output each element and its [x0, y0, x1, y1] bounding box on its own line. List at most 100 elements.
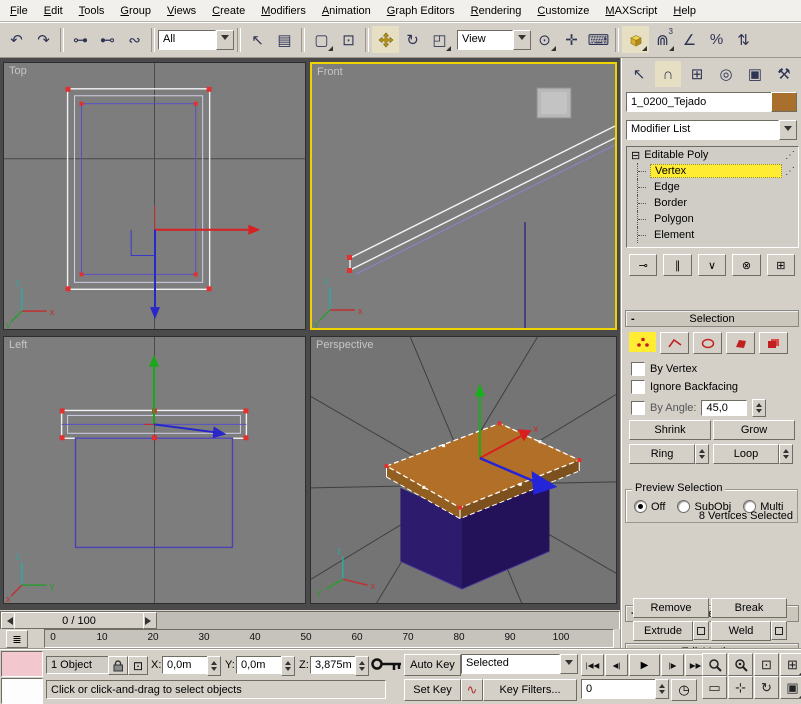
snaps-toggle-button[interactable]	[622, 26, 649, 53]
select-and-link-button[interactable]: ⊶	[67, 26, 94, 53]
viewport-label[interactable]: Perspective	[316, 339, 373, 351]
dropdown-arrow-icon[interactable]	[216, 29, 234, 50]
stack-row-vertex[interactable]: Vertex ⋰	[627, 163, 798, 179]
zoom-button[interactable]	[702, 653, 727, 676]
z-spinner[interactable]	[355, 656, 369, 676]
collapse-icon[interactable]: ⊟	[631, 149, 640, 162]
extrude-button[interactable]: Extrude	[633, 621, 693, 641]
selection-filter-dropdown[interactable]: All	[158, 29, 234, 50]
absolute-offset-toggle[interactable]: ⊡	[128, 656, 148, 675]
spinner-snap-button[interactable]: ⇅	[730, 26, 757, 53]
ring-spinner[interactable]	[695, 444, 709, 464]
viewport-label[interactable]: Front	[317, 66, 343, 78]
by-angle-spinner[interactable]	[752, 399, 767, 417]
zoom-extents-all-button[interactable]: ⊞	[780, 653, 801, 676]
dropdown-arrow-icon[interactable]	[513, 29, 531, 50]
min-max-toggle-button[interactable]: ▣	[780, 676, 801, 699]
by-angle-field[interactable]: 45,0	[701, 400, 748, 416]
next-frame-arrow[interactable]	[143, 612, 157, 629]
ring-button[interactable]: Ring	[629, 444, 695, 464]
menu-create[interactable]: Create	[204, 2, 253, 20]
selection-lock-button[interactable]	[108, 656, 128, 675]
viewport-label[interactable]: Top	[9, 65, 27, 77]
top-viewport[interactable]: z x y Top	[3, 62, 306, 330]
tab-display[interactable]: ▣	[742, 61, 768, 87]
time-configuration-button[interactable]: ◷	[671, 679, 697, 701]
percent-snap-button[interactable]: %	[703, 26, 730, 53]
key-mode-dropdown[interactable]: Selected	[461, 654, 578, 674]
polygon-mode-button[interactable]	[726, 332, 755, 354]
play-button[interactable]: ▶	[629, 654, 660, 676]
menu-views[interactable]: Views	[159, 2, 204, 20]
vertex-mode-button[interactable]	[629, 332, 656, 352]
previous-frame-arrow[interactable]	[1, 612, 15, 629]
maxscript-mini-listener[interactable]	[1, 651, 43, 704]
select-by-name-button[interactable]: ▤	[271, 26, 298, 53]
menu-maxscript[interactable]: MAXScript	[597, 2, 665, 20]
menu-modifiers[interactable]: Modifiers	[253, 2, 314, 20]
edge-mode-button[interactable]	[660, 332, 689, 354]
keyboard-override-button[interactable]: ⌨	[585, 26, 612, 53]
front-viewport[interactable]: z x y Front	[310, 62, 617, 330]
menu-graph-editors[interactable]: Graph Editors	[379, 2, 463, 20]
window-crossing-button[interactable]: ⊡	[335, 26, 362, 53]
stack-row-polygon[interactable]: Polygon	[627, 211, 798, 227]
stack-row-border[interactable]: Border	[627, 195, 798, 211]
perspective-viewport[interactable]: x z x y Perspective	[310, 336, 617, 604]
tab-modify[interactable]: ∩	[655, 61, 681, 87]
select-and-manipulate-button[interactable]: ✛	[558, 26, 585, 53]
pan-button[interactable]: ⊹	[728, 676, 753, 699]
border-mode-button[interactable]	[693, 332, 722, 354]
remove-modifier-button[interactable]: ⊗	[732, 254, 761, 276]
configure-modifier-sets-button[interactable]: ⊞	[766, 254, 796, 276]
tab-create[interactable]: ↖	[626, 61, 652, 87]
listener-macro-pane[interactable]	[1, 651, 43, 677]
select-and-rotate-button[interactable]: ↻	[399, 26, 426, 53]
dropdown-arrow-icon[interactable]	[779, 120, 797, 140]
unlink-selection-button[interactable]: ⊷	[94, 26, 121, 53]
make-unique-button[interactable]: ∨	[697, 254, 727, 276]
auto-key-button[interactable]: Auto Key	[404, 654, 461, 676]
tab-utilities[interactable]: ⚒	[771, 61, 797, 87]
select-and-scale-button[interactable]: ◰	[426, 26, 453, 53]
time-slider-handle[interactable]: 0 / 100	[14, 612, 144, 629]
object-color-swatch[interactable]	[771, 92, 797, 112]
modifier-list-dropdown[interactable]: Modifier List	[626, 120, 797, 140]
zoom-extents-button[interactable]: ⊡	[754, 653, 779, 676]
bind-to-space-warp-button[interactable]: ∾	[121, 26, 148, 53]
zoom-region-button[interactable]: ▭	[702, 676, 727, 699]
default-tangents-button[interactable]: ∿	[461, 679, 483, 701]
object-name-field[interactable]: 1_0200_Tejado	[626, 92, 774, 112]
left-viewport[interactable]: z y x Left	[3, 336, 306, 604]
weld-settings-button[interactable]	[771, 621, 787, 640]
stack-row-editable-poly[interactable]: ⊟ Editable Poly ⋰	[627, 147, 798, 163]
tab-hierarchy[interactable]: ⊞	[684, 61, 710, 87]
viewport-label[interactable]: Left	[9, 339, 27, 351]
pin-stack-button[interactable]: ⊸	[629, 254, 658, 276]
select-object-button[interactable]: ↖	[244, 26, 271, 53]
loop-button[interactable]: Loop	[713, 444, 779, 464]
by-angle-checkbox[interactable]	[631, 401, 645, 415]
menu-help[interactable]: Help	[665, 2, 704, 20]
x-spinner[interactable]	[207, 656, 221, 676]
current-frame-field[interactable]: 0	[581, 679, 669, 699]
grow-button[interactable]: Grow	[713, 420, 795, 440]
set-key-mode-icon[interactable]	[370, 653, 404, 678]
angle-snap-button[interactable]: ∠	[676, 26, 703, 53]
rectangular-region-button[interactable]: ▢	[308, 26, 335, 53]
zoom-all-button[interactable]	[728, 653, 753, 676]
snap-toggle-3d-button[interactable]: ⋒ 3	[649, 26, 676, 53]
reference-coordinate-dropdown[interactable]: View	[457, 29, 531, 50]
weld-button[interactable]: Weld	[711, 621, 771, 641]
y-spinner[interactable]	[281, 656, 295, 676]
remove-button[interactable]: Remove	[633, 598, 709, 618]
arc-rotate-button[interactable]: ↻	[754, 676, 779, 699]
stack-row-element[interactable]: Element	[627, 227, 798, 243]
use-pivot-center-button[interactable]: ⊙	[531, 26, 558, 53]
menu-tools[interactable]: Tools	[71, 2, 113, 20]
menu-animation[interactable]: Animation	[314, 2, 379, 20]
previous-frame-button[interactable]: ◀|	[605, 654, 628, 676]
redo-button[interactable]: ↷	[30, 26, 57, 53]
tab-motion[interactable]: ◎	[713, 61, 739, 87]
next-frame-button[interactable]: |▶	[661, 654, 684, 676]
